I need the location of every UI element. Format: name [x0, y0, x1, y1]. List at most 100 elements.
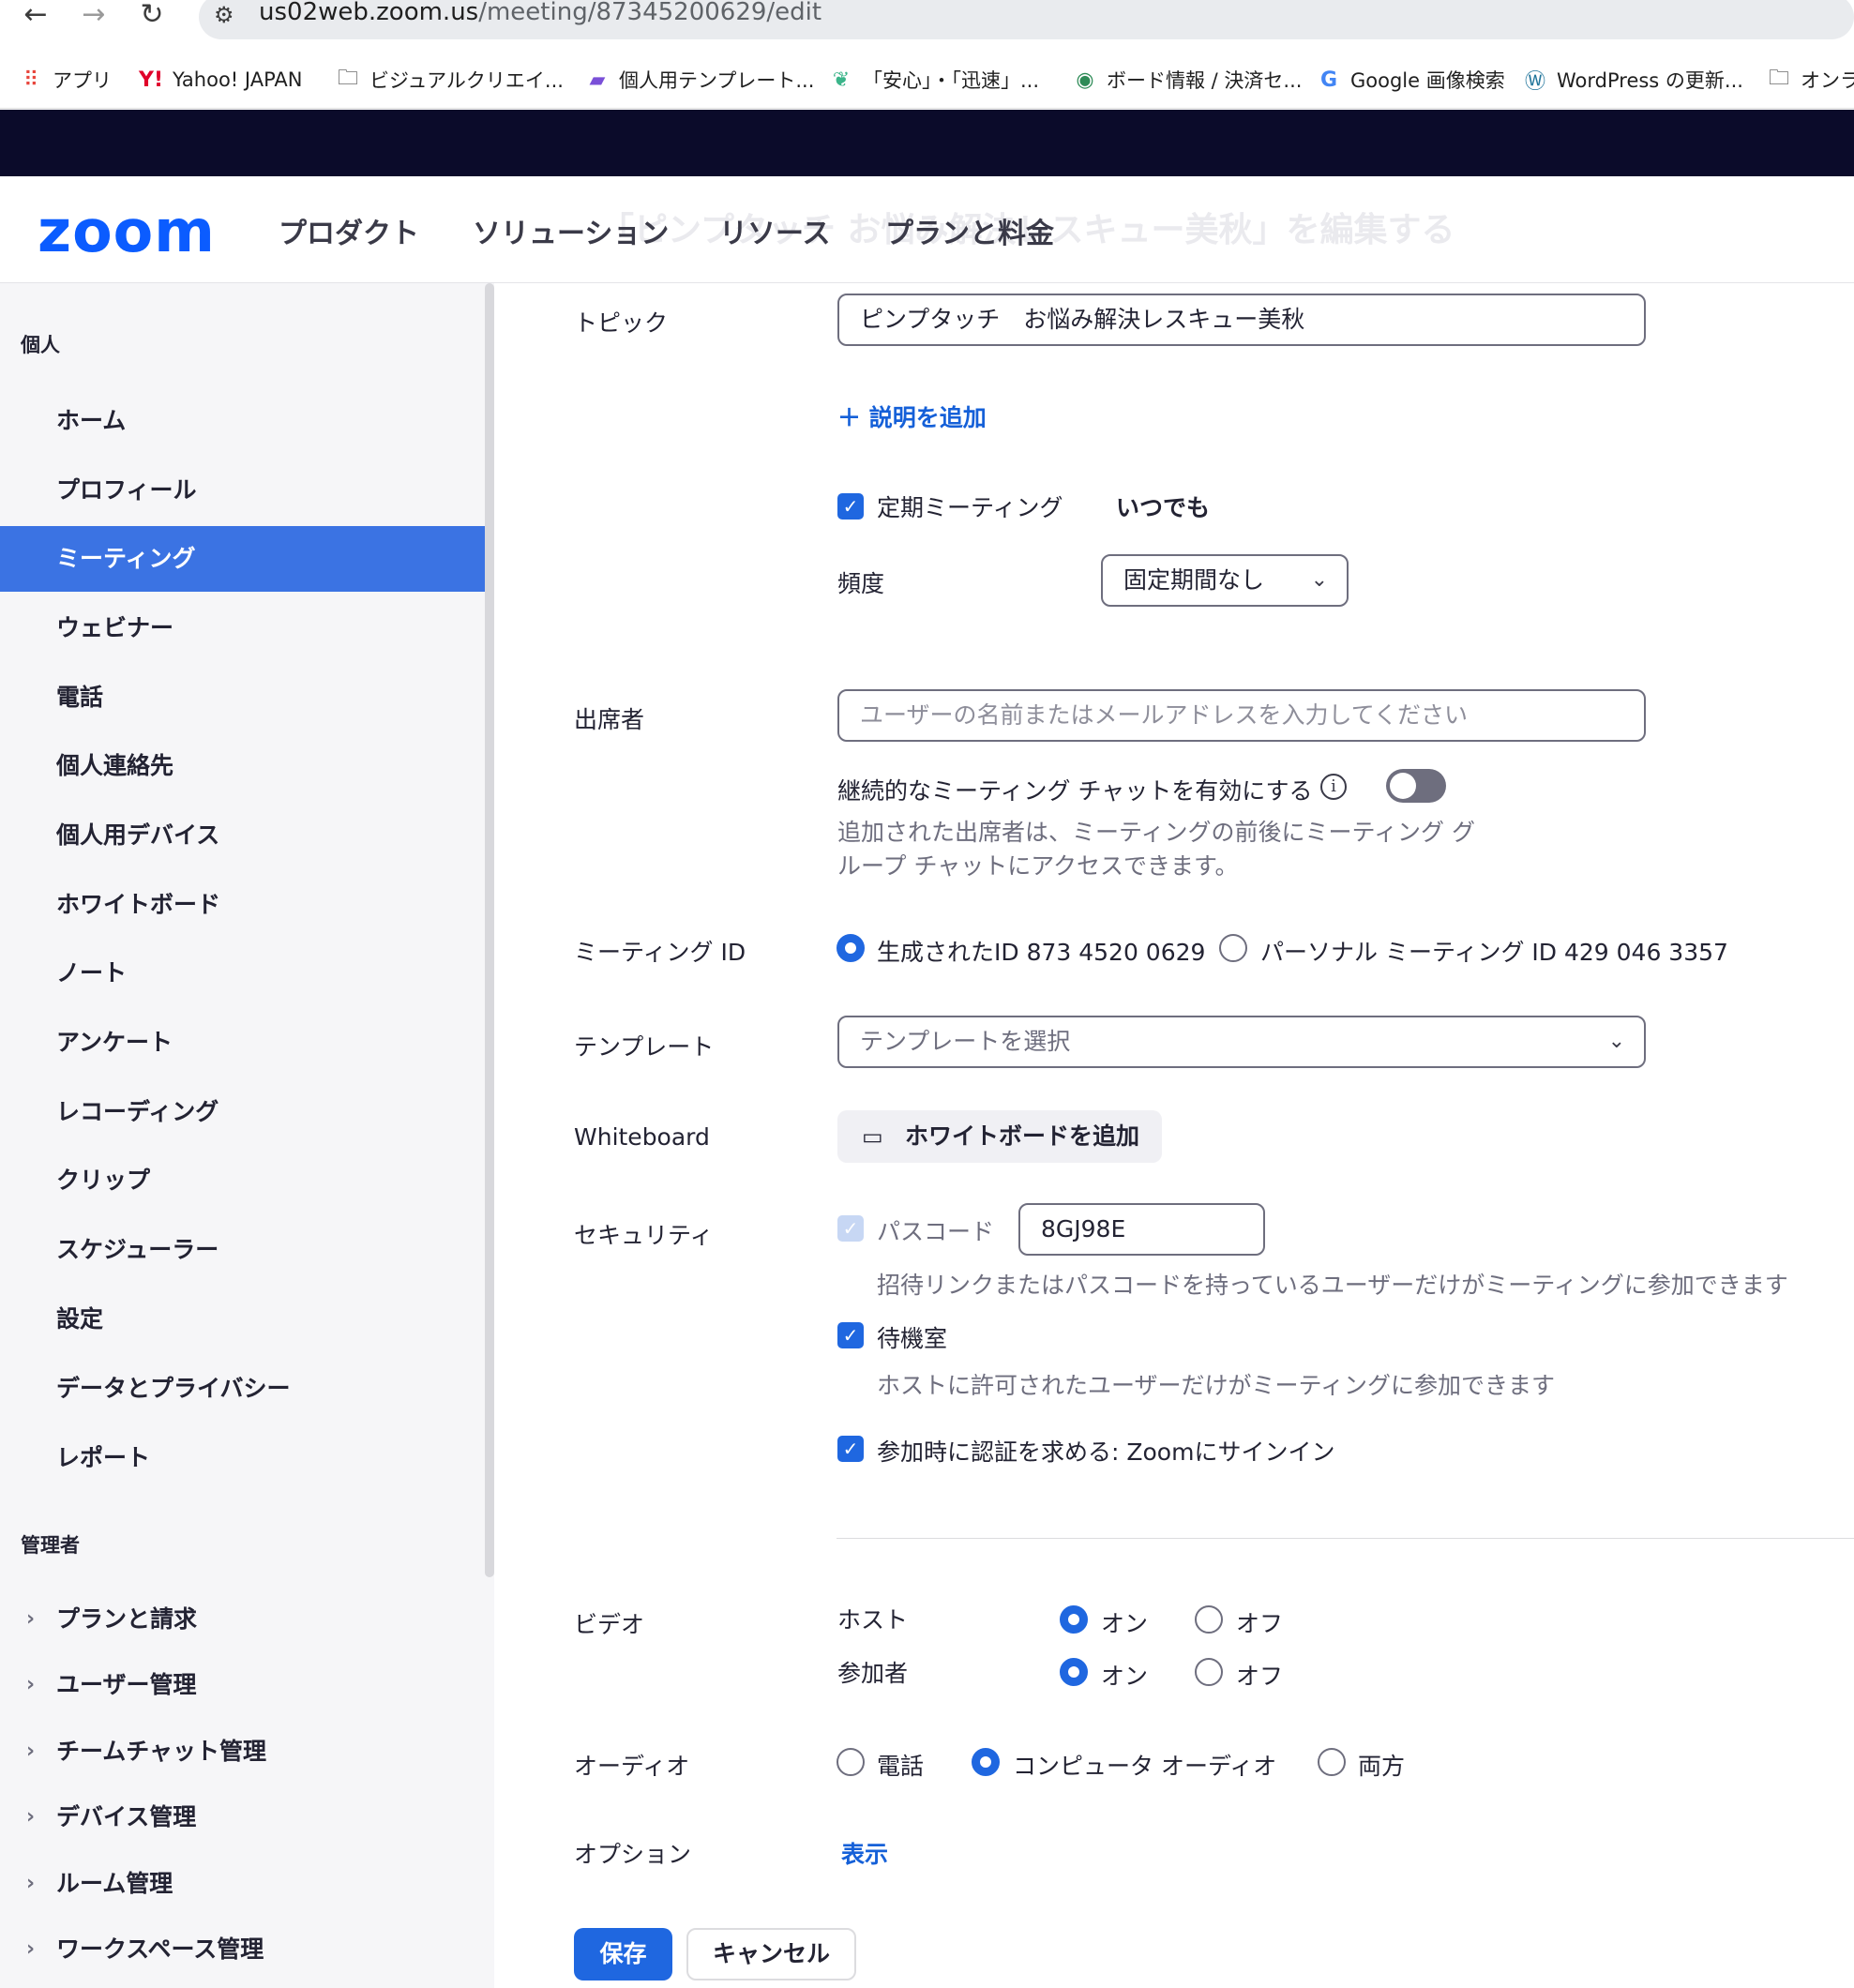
- persistent-chat-label: 継続的なミーティング チャットを有効にする: [837, 777, 1313, 805]
- sidebar-item-notes[interactable]: ノート: [0, 941, 485, 1006]
- sidebar-item-clips[interactable]: クリップ: [0, 1148, 485, 1213]
- bookmark-label: Google 画像検索: [1350, 69, 1505, 92]
- forward-icon[interactable]: →: [75, 0, 113, 32]
- personal-id-radio[interactable]: [1219, 934, 1247, 962]
- url-text[interactable]: us02web.zoom.us/meeting/87345200629/edit: [259, 0, 821, 26]
- sidebar-item-contacts[interactable]: 個人連絡先: [0, 733, 485, 799]
- audio-phone-radio[interactable]: [837, 1748, 865, 1776]
- chevron-down-icon: ⌄: [1607, 1030, 1625, 1053]
- waiting-room-checkbox[interactable]: ✓: [837, 1322, 864, 1348]
- attendees-input[interactable]: ユーザーの名前またはメールアドレスを入力してください: [837, 689, 1646, 742]
- sidebar-item-profile[interactable]: プロフィール: [0, 458, 485, 523]
- nav-plans[interactable]: プランと料金: [885, 210, 1054, 251]
- video-participant-label: 参加者: [837, 1660, 909, 1687]
- bookmark-folder-online[interactable]: 🗀 オンラ: [1767, 66, 1854, 94]
- host-video-on-radio[interactable]: [1060, 1605, 1088, 1634]
- template-label: テンプレート: [574, 1033, 715, 1061]
- video-host-label: ホスト: [837, 1606, 909, 1634]
- cancel-button[interactable]: キャンセル: [686, 1928, 856, 1980]
- sidebar-item-reports[interactable]: レポート: [0, 1425, 485, 1491]
- passcode-label: パスコード: [877, 1218, 995, 1245]
- frequency-select[interactable]: 固定期間なし ⌄: [1101, 554, 1349, 607]
- url-host: us02web.zoom.us: [259, 0, 479, 26]
- participant-video-on-radio[interactable]: [1060, 1658, 1088, 1686]
- wordpress-icon: Ⓦ: [1524, 70, 1545, 94]
- passcode-input[interactable]: 8GJ98E: [1018, 1203, 1265, 1256]
- sidebar-item-phone[interactable]: 電話: [0, 665, 485, 730]
- sidebar-item-user-management[interactable]: › ユーザー管理: [0, 1652, 485, 1718]
- auth-label: 参加時に認証を求める: Zoomにサインイン: [877, 1438, 1335, 1466]
- add-whiteboard-button[interactable]: ▭ ホワイトボードを追加: [837, 1110, 1162, 1163]
- bookmark-template[interactable]: ▰ 個人用テンプレート...: [585, 66, 815, 94]
- back-icon[interactable]: ←: [17, 0, 54, 32]
- bookmark-board[interactable]: ◉ ボード情報 / 決済セ...: [1073, 66, 1302, 94]
- info-icon[interactable]: i: [1320, 774, 1347, 800]
- whiteboard-icon: ▭: [862, 1123, 883, 1150]
- site-settings-icon[interactable]: ⚙: [214, 2, 234, 28]
- topic-input[interactable]: ピンプタッチ お悩み解決レスキュー美秋: [837, 294, 1646, 346]
- bookmark-wordpress[interactable]: Ⓦ WordPress の更新...: [1523, 66, 1743, 94]
- sidebar-item-plans-billing[interactable]: › プランと請求: [0, 1587, 485, 1652]
- sidebar-section-personal: 個人: [21, 334, 60, 356]
- generated-id-radio[interactable]: [837, 934, 865, 962]
- sidebar-item-meetings[interactable]: ミーティング: [0, 526, 485, 592]
- bookmark-label: 「安心」・「迅速」...: [863, 69, 1040, 92]
- add-description-link[interactable]: ＋ 説明を追加: [837, 399, 987, 433]
- zoom-logo[interactable]: zoom: [38, 197, 216, 265]
- sidebar-item-whiteboards[interactable]: ホワイトボード: [0, 872, 485, 938]
- sidebar-item-data-privacy[interactable]: データとプライバシー: [0, 1356, 485, 1422]
- waiting-room-description: ホストに許可されたユーザーだけがミーティングに参加できます: [877, 1372, 1556, 1399]
- chevron-right-icon: ›: [26, 1607, 36, 1631]
- participant-video-off-radio[interactable]: [1195, 1658, 1223, 1686]
- bookmark-google[interactable]: G Google 画像検索: [1317, 66, 1505, 94]
- audio-phone-label: 電話: [877, 1753, 925, 1780]
- host-video-off-radio[interactable]: [1195, 1605, 1223, 1634]
- site-header: 「ピンプタッチ お悩み解決レスキュー美秋」を編集する zoom プロダクト ソリ…: [0, 176, 1854, 283]
- recurring-value: いつでも: [1116, 494, 1211, 521]
- frequency-value: 固定期間なし: [1123, 566, 1265, 594]
- chevron-right-icon: ›: [26, 1872, 36, 1895]
- bookmarks-bar: ⠿ アプリ Y! Yahoo! JAPAN 🗀 ビジュアルクリエイ... ▰ 個人用テン…: [0, 56, 1854, 109]
- add-description-label: 説明を追加: [868, 404, 987, 431]
- bookmark-folder-visual[interactable]: 🗀 ビジュアルクリエイ...: [336, 66, 564, 94]
- nav-products[interactable]: プロダクト: [279, 210, 419, 251]
- chevron-right-icon: ›: [26, 1805, 36, 1829]
- sidebar-item-settings[interactable]: 設定: [0, 1287, 485, 1352]
- top-banner: [0, 110, 1854, 176]
- audio-label: オーディオ: [574, 1753, 690, 1780]
- address-bar[interactable]: ⚙ us02web.zoom.us/meeting/87345200629/ed…: [199, 0, 1854, 39]
- sidebar-scrollbar[interactable]: [485, 283, 494, 1577]
- sidebar-item-surveys[interactable]: アンケート: [0, 1010, 485, 1076]
- sidebar-item-recordings[interactable]: レコーディング: [0, 1079, 485, 1145]
- bookmark-yahoo[interactable]: Y! Yahoo! JAPAN: [139, 66, 302, 94]
- sidebar-item-webinars[interactable]: ウェビナー: [0, 595, 485, 661]
- participant-video-on-label: オン: [1101, 1663, 1149, 1690]
- auth-checkbox[interactable]: ✓: [837, 1436, 864, 1462]
- bookmark-anshin[interactable]: ❦ 「安心」・「迅速」...: [829, 66, 1039, 94]
- sidebar-item-scheduler[interactable]: スケジューラー: [0, 1217, 485, 1283]
- section-divider: [837, 1538, 1854, 1539]
- save-button[interactable]: 保存: [574, 1928, 672, 1980]
- sidebar-item-home[interactable]: ホーム: [0, 388, 485, 454]
- google-icon: G: [1319, 68, 1338, 92]
- reload-icon[interactable]: ↻: [133, 0, 171, 32]
- sidebar-item-devices[interactable]: 個人用デバイス: [0, 803, 485, 868]
- options-show-link[interactable]: 表示: [841, 1836, 888, 1870]
- sidebar-item-device-management[interactable]: › デバイス管理: [0, 1785, 485, 1850]
- bookmark-label: WordPress の更新...: [1557, 69, 1743, 92]
- passcode-checkbox: ✓: [837, 1215, 864, 1242]
- audio-both-radio[interactable]: [1318, 1748, 1346, 1776]
- sidebar-item-workspace-management[interactable]: › ワークスペース管理: [0, 1917, 485, 1982]
- audio-computer-radio[interactable]: [972, 1748, 1000, 1776]
- bookmark-apps[interactable]: ⠿ アプリ: [19, 66, 112, 94]
- nav-resources[interactable]: リソース: [719, 210, 831, 251]
- sidebar-item-team-chat[interactable]: › チームチャット管理: [0, 1719, 485, 1785]
- template-placeholder: テンプレートを選択: [860, 1028, 1071, 1055]
- sidebar-section-admin: 管理者: [21, 1534, 80, 1557]
- recurring-checkbox[interactable]: ✓: [837, 493, 864, 520]
- sidebar-item-room-management[interactable]: › ルーム管理: [0, 1851, 485, 1917]
- audio-both-label: 両方: [1358, 1753, 1406, 1780]
- nav-solutions[interactable]: ソリューション: [473, 210, 669, 251]
- persistent-chat-toggle[interactable]: [1386, 769, 1446, 803]
- template-select[interactable]: テンプレートを選択 ⌄: [837, 1016, 1646, 1068]
